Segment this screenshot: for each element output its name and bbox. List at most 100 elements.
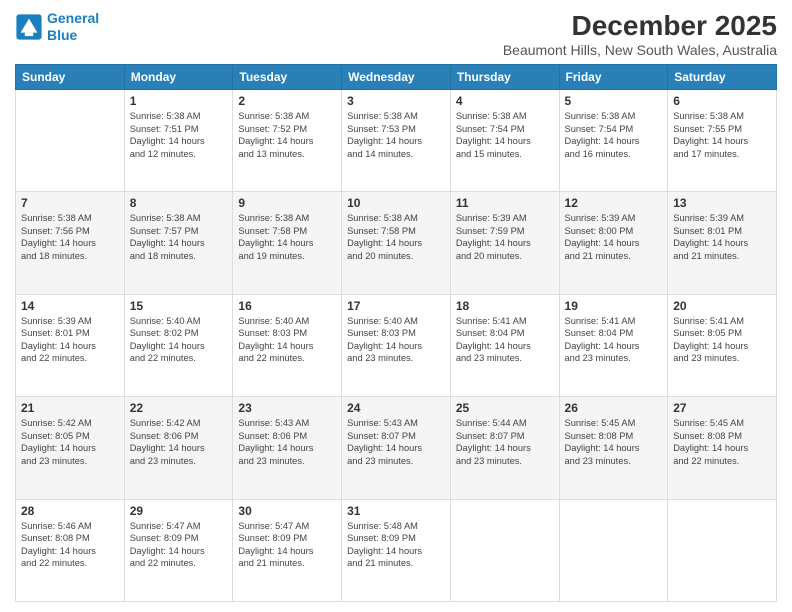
week-row-2: 7 Sunrise: 5:38 AM Sunset: 7:56 PM Daylig… bbox=[16, 192, 777, 294]
col-header-sunday: Sunday bbox=[16, 65, 125, 90]
day-cell: 27Sunrise: 5:45 AM Sunset: 8:08 PM Dayli… bbox=[668, 397, 777, 499]
day-number: 18 bbox=[456, 299, 554, 313]
day-cell: 14 Sunrise: 5:39 AM Sunset: 8:01 PM Dayli… bbox=[16, 294, 125, 396]
day-info: Sunrise: 5:41 AM Sunset: 8:05 PM Dayligh… bbox=[673, 315, 771, 365]
day-info: Sunrise: 5:39 AM Sunset: 7:59 PM Dayligh… bbox=[456, 212, 554, 262]
day-number: 28 bbox=[21, 504, 119, 518]
day-cell: 9Sunrise: 5:38 AM Sunset: 7:58 PM Daylig… bbox=[233, 192, 342, 294]
day-info: Sunrise: 5:38 AM Sunset: 7:54 PM Dayligh… bbox=[456, 110, 554, 160]
day-info: Sunrise: 5:45 AM Sunset: 8:08 PM Dayligh… bbox=[565, 417, 663, 467]
day-cell: 11 Sunrise: 5:39 AM Sunset: 7:59 PM Dayli… bbox=[450, 192, 559, 294]
day-number: 31 bbox=[347, 504, 445, 518]
day-number: 1 bbox=[130, 94, 228, 108]
day-cell: 22 Sunrise: 5:42 AM Sunset: 8:06 PM Dayli… bbox=[124, 397, 233, 499]
day-cell: 17 Sunrise: 5:40 AM Sunset: 8:03 PM Dayli… bbox=[342, 294, 451, 396]
logo: General Blue bbox=[15, 10, 99, 44]
day-cell bbox=[450, 499, 559, 601]
day-info: Sunrise: 5:48 AM Sunset: 8:09 PM Dayligh… bbox=[347, 520, 445, 570]
calendar-header-row: SundayMondayTuesdayWednesdayThursdayFrid… bbox=[16, 65, 777, 90]
day-number: 5 bbox=[565, 94, 663, 108]
day-cell: 5 Sunrise: 5:38 AM Sunset: 7:54 PM Daylig… bbox=[559, 90, 668, 192]
day-cell: 25 Sunrise: 5:44 AM Sunset: 8:07 PM Dayli… bbox=[450, 397, 559, 499]
col-header-tuesday: Tuesday bbox=[233, 65, 342, 90]
day-number: 7 bbox=[21, 196, 119, 210]
day-number: 25 bbox=[456, 401, 554, 415]
day-cell: 29Sunrise: 5:47 AM Sunset: 8:09 PM Dayli… bbox=[124, 499, 233, 601]
header: General Blue December 2025 Beaumont Hill… bbox=[15, 10, 777, 58]
day-number: 17 bbox=[347, 299, 445, 313]
day-cell bbox=[16, 90, 125, 192]
day-info: Sunrise: 5:38 AM Sunset: 7:53 PM Dayligh… bbox=[347, 110, 445, 160]
day-info: Sunrise: 5:40 AM Sunset: 8:03 PM Dayligh… bbox=[347, 315, 445, 365]
day-info: Sunrise: 5:38 AM Sunset: 7:56 PM Dayligh… bbox=[21, 212, 119, 262]
col-header-friday: Friday bbox=[559, 65, 668, 90]
main-title: December 2025 bbox=[503, 10, 777, 42]
day-info: Sunrise: 5:39 AM Sunset: 8:01 PM Dayligh… bbox=[673, 212, 771, 262]
day-info: Sunrise: 5:42 AM Sunset: 8:06 PM Dayligh… bbox=[130, 417, 228, 467]
col-header-monday: Monday bbox=[124, 65, 233, 90]
day-number: 21 bbox=[21, 401, 119, 415]
day-cell: 31 Sunrise: 5:48 AM Sunset: 8:09 PM Dayli… bbox=[342, 499, 451, 601]
week-row-1: 1 Sunrise: 5:38 AM Sunset: 7:51 PM Daylig… bbox=[16, 90, 777, 192]
day-info: Sunrise: 5:40 AM Sunset: 8:02 PM Dayligh… bbox=[130, 315, 228, 365]
day-cell: 4 Sunrise: 5:38 AM Sunset: 7:54 PM Daylig… bbox=[450, 90, 559, 192]
day-info: Sunrise: 5:38 AM Sunset: 7:55 PM Dayligh… bbox=[673, 110, 771, 160]
day-info: Sunrise: 5:38 AM Sunset: 7:54 PM Dayligh… bbox=[565, 110, 663, 160]
logo-general: General bbox=[47, 10, 99, 26]
day-info: Sunrise: 5:47 AM Sunset: 8:09 PM Dayligh… bbox=[238, 520, 336, 570]
col-header-saturday: Saturday bbox=[668, 65, 777, 90]
day-cell bbox=[668, 499, 777, 601]
day-info: Sunrise: 5:41 AM Sunset: 8:04 PM Dayligh… bbox=[565, 315, 663, 365]
title-block: December 2025 Beaumont Hills, New South … bbox=[503, 10, 777, 58]
day-info: Sunrise: 5:43 AM Sunset: 8:06 PM Dayligh… bbox=[238, 417, 336, 467]
day-number: 23 bbox=[238, 401, 336, 415]
day-number: 22 bbox=[130, 401, 228, 415]
day-number: 19 bbox=[565, 299, 663, 313]
page: General Blue December 2025 Beaumont Hill… bbox=[0, 0, 792, 612]
day-info: Sunrise: 5:38 AM Sunset: 7:57 PM Dayligh… bbox=[130, 212, 228, 262]
day-number: 10 bbox=[347, 196, 445, 210]
day-number: 15 bbox=[130, 299, 228, 313]
day-cell: 13 Sunrise: 5:39 AM Sunset: 8:01 PM Dayli… bbox=[668, 192, 777, 294]
day-number: 16 bbox=[238, 299, 336, 313]
day-cell: 19 Sunrise: 5:41 AM Sunset: 8:04 PM Dayli… bbox=[559, 294, 668, 396]
day-cell: 15 Sunrise: 5:40 AM Sunset: 8:02 PM Dayli… bbox=[124, 294, 233, 396]
day-number: 8 bbox=[130, 196, 228, 210]
day-cell: 10Sunrise: 5:38 AM Sunset: 7:58 PM Dayli… bbox=[342, 192, 451, 294]
day-number: 4 bbox=[456, 94, 554, 108]
day-info: Sunrise: 5:38 AM Sunset: 7:51 PM Dayligh… bbox=[130, 110, 228, 160]
day-cell: 2Sunrise: 5:38 AM Sunset: 7:52 PM Daylig… bbox=[233, 90, 342, 192]
day-info: Sunrise: 5:39 AM Sunset: 8:01 PM Dayligh… bbox=[21, 315, 119, 365]
day-number: 14 bbox=[21, 299, 119, 313]
day-cell bbox=[559, 499, 668, 601]
day-cell: 28 Sunrise: 5:46 AM Sunset: 8:08 PM Dayli… bbox=[16, 499, 125, 601]
day-cell: 20 Sunrise: 5:41 AM Sunset: 8:05 PM Dayli… bbox=[668, 294, 777, 396]
day-cell: 6Sunrise: 5:38 AM Sunset: 7:55 PM Daylig… bbox=[668, 90, 777, 192]
subtitle: Beaumont Hills, New South Wales, Austral… bbox=[503, 42, 777, 58]
week-row-5: 28 Sunrise: 5:46 AM Sunset: 8:08 PM Dayli… bbox=[16, 499, 777, 601]
day-cell: 23 Sunrise: 5:43 AM Sunset: 8:06 PM Dayli… bbox=[233, 397, 342, 499]
day-number: 11 bbox=[456, 196, 554, 210]
day-cell: 1 Sunrise: 5:38 AM Sunset: 7:51 PM Daylig… bbox=[124, 90, 233, 192]
day-number: 20 bbox=[673, 299, 771, 313]
col-header-thursday: Thursday bbox=[450, 65, 559, 90]
day-cell: 30 Sunrise: 5:47 AM Sunset: 8:09 PM Dayli… bbox=[233, 499, 342, 601]
day-info: Sunrise: 5:38 AM Sunset: 7:52 PM Dayligh… bbox=[238, 110, 336, 160]
day-number: 9 bbox=[238, 196, 336, 210]
day-cell: 18Sunrise: 5:41 AM Sunset: 8:04 PM Dayli… bbox=[450, 294, 559, 396]
day-cell: 7 Sunrise: 5:38 AM Sunset: 7:56 PM Daylig… bbox=[16, 192, 125, 294]
logo-icon bbox=[15, 13, 43, 41]
day-cell: 24Sunrise: 5:43 AM Sunset: 8:07 PM Dayli… bbox=[342, 397, 451, 499]
week-row-3: 14 Sunrise: 5:39 AM Sunset: 8:01 PM Dayli… bbox=[16, 294, 777, 396]
day-number: 13 bbox=[673, 196, 771, 210]
day-number: 3 bbox=[347, 94, 445, 108]
day-cell: 3 Sunrise: 5:38 AM Sunset: 7:53 PM Daylig… bbox=[342, 90, 451, 192]
day-info: Sunrise: 5:44 AM Sunset: 8:07 PM Dayligh… bbox=[456, 417, 554, 467]
day-cell: 16Sunrise: 5:40 AM Sunset: 8:03 PM Dayli… bbox=[233, 294, 342, 396]
day-number: 30 bbox=[238, 504, 336, 518]
day-info: Sunrise: 5:45 AM Sunset: 8:08 PM Dayligh… bbox=[673, 417, 771, 467]
day-number: 29 bbox=[130, 504, 228, 518]
day-cell: 8 Sunrise: 5:38 AM Sunset: 7:57 PM Daylig… bbox=[124, 192, 233, 294]
day-info: Sunrise: 5:46 AM Sunset: 8:08 PM Dayligh… bbox=[21, 520, 119, 570]
col-header-wednesday: Wednesday bbox=[342, 65, 451, 90]
